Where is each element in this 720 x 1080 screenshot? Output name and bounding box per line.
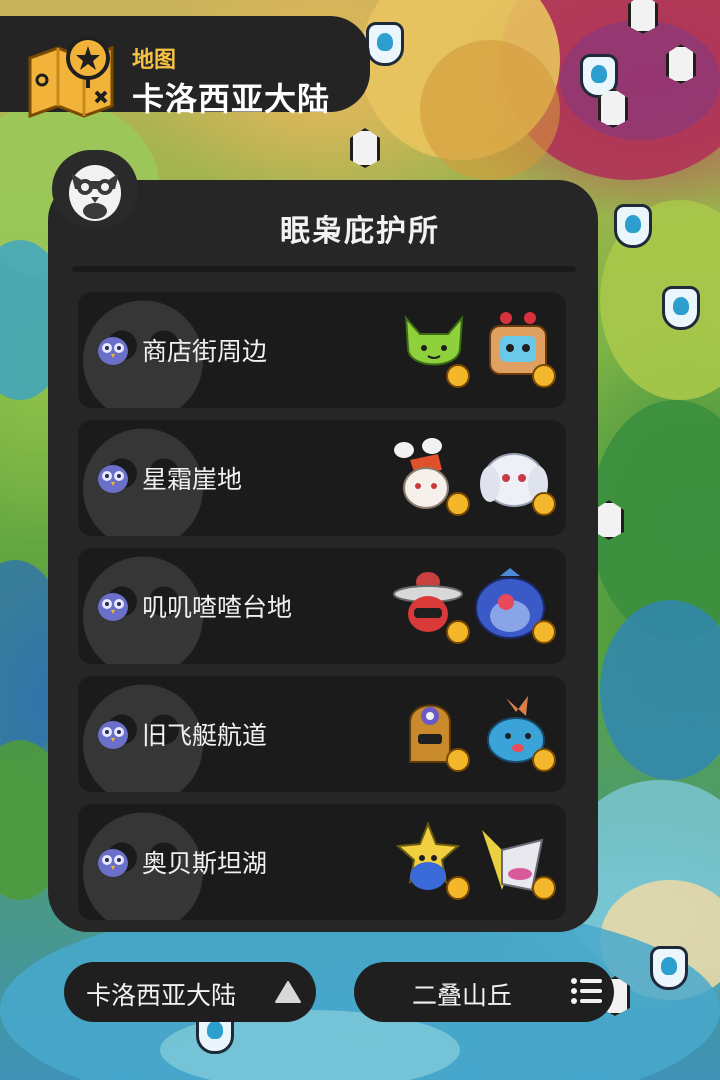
bell-icon <box>532 876 556 900</box>
list-item[interactable]: 星霜崖地 <box>78 420 566 536</box>
owl-icon <box>98 465 128 493</box>
list-item[interactable]: 叽叽喳喳台地 <box>78 548 566 664</box>
treasure-map-icon <box>28 36 114 118</box>
bell-icon <box>446 620 470 644</box>
bell-icon <box>532 492 556 516</box>
map-header: 地图 卡洛西亚大陆 <box>0 16 370 118</box>
item-label: 奥贝斯坦湖 <box>142 849 268 878</box>
crystal-marker[interactable] <box>594 500 624 540</box>
list-item[interactable]: 奥贝斯坦湖 <box>78 804 566 920</box>
bell-icon <box>446 364 470 388</box>
triangle-up-icon <box>275 981 301 1003</box>
owl-icon <box>98 849 128 877</box>
item-label: 商店街周边 <box>142 337 268 366</box>
bell-icon <box>532 620 556 644</box>
bell-icon <box>446 492 470 516</box>
region-select-button[interactable]: 卡洛西亚大陆 <box>64 962 316 1022</box>
owl-icon <box>98 721 128 749</box>
item-label: 旧飞艇航道 <box>142 721 268 750</box>
region-select-label: 卡洛西亚大陆 <box>86 981 237 1010</box>
crystal-marker[interactable] <box>666 44 696 84</box>
crystal-marker[interactable] <box>628 0 658 34</box>
map-label: 地图 <box>132 48 177 73</box>
area-list-button[interactable]: 二叠山丘 <box>354 962 614 1022</box>
bell-icon <box>446 748 470 772</box>
area-list-label: 二叠山丘 <box>412 981 513 1010</box>
bell-icon <box>532 364 556 388</box>
bell-icon <box>532 748 556 772</box>
panel-title: 眠枭庇护所 <box>280 214 440 249</box>
list-item[interactable]: 商店街周边 <box>78 292 566 408</box>
crystal-marker[interactable] <box>350 128 380 168</box>
region-title: 卡洛西亚大陆 <box>132 80 331 118</box>
crystal-marker[interactable] <box>598 88 628 128</box>
item-label: 叽叽喳喳台地 <box>142 593 293 622</box>
list-icon <box>571 978 602 1004</box>
waypoint-marker[interactable] <box>366 22 404 66</box>
owl-icon <box>98 337 128 365</box>
bell-icon <box>446 876 470 900</box>
waypoint-marker[interactable] <box>650 946 688 990</box>
item-label: 星霜崖地 <box>142 465 243 494</box>
divider <box>72 266 576 272</box>
waypoint-marker[interactable] <box>662 286 700 330</box>
list-item[interactable]: 旧飞艇航道 <box>78 676 566 792</box>
owl-icon <box>98 593 128 621</box>
